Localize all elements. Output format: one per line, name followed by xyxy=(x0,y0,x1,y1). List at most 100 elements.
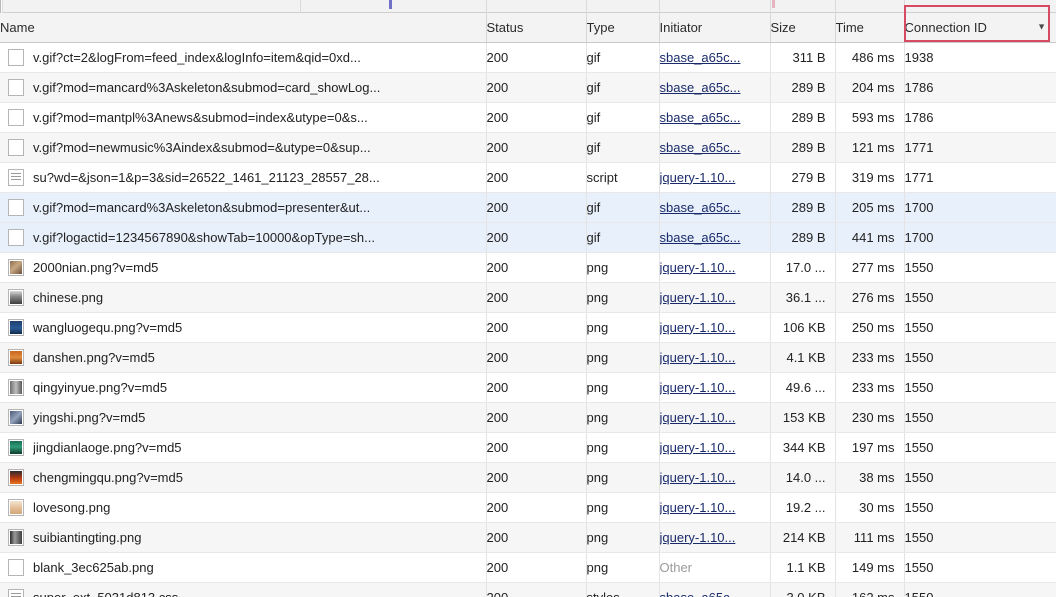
cell-type[interactable]: gif xyxy=(586,42,660,73)
cell-name[interactable]: chengmingqu.png?v=md5 xyxy=(0,462,487,493)
cell-size[interactable]: 311 B xyxy=(770,42,836,73)
cell-initiator[interactable]: jquery-1.10... xyxy=(659,342,771,373)
initiator-link[interactable]: jquery-1.10... xyxy=(660,260,736,275)
cell-time[interactable]: 277 ms xyxy=(835,252,905,283)
cell-connection-id[interactable]: 1550 xyxy=(904,522,1056,553)
cell-size[interactable]: 344 KB xyxy=(770,432,836,463)
cell-time[interactable]: 233 ms xyxy=(835,372,905,403)
cell-size[interactable]: 289 B xyxy=(770,102,836,133)
cell-size[interactable]: 279 B xyxy=(770,162,836,193)
initiator-link[interactable]: sbase_a65c... xyxy=(660,230,741,245)
cell-name[interactable]: jingdianlaoge.png?v=md5 xyxy=(0,432,487,463)
cell-name[interactable]: 2000nian.png?v=md5 xyxy=(0,252,487,283)
cell-connection-id[interactable]: 1550 xyxy=(904,312,1056,343)
cell-time[interactable]: 205 ms xyxy=(835,192,905,223)
cell-initiator[interactable]: jquery-1.10... xyxy=(659,312,771,343)
cell-connection-id[interactable]: 1550 xyxy=(904,492,1056,523)
network-request-table-container[interactable]: Name Status Type Initiator Size Time Con… xyxy=(0,13,1056,597)
cell-type[interactable]: gif xyxy=(586,192,660,223)
cell-size[interactable]: 3.0 KB xyxy=(770,582,836,597)
cell-status[interactable]: 200 xyxy=(486,192,587,223)
initiator-link[interactable]: jquery-1.10... xyxy=(660,290,736,305)
cell-name[interactable]: v.gif?mod=mancard%3Askeleton&submod=card… xyxy=(0,72,487,103)
cell-status[interactable]: 200 xyxy=(486,222,587,253)
cell-status[interactable]: 200 xyxy=(486,432,587,463)
cell-type[interactable]: gif xyxy=(586,102,660,133)
cell-type[interactable]: png xyxy=(586,282,660,313)
cell-initiator[interactable]: jquery-1.10... xyxy=(659,372,771,403)
cell-time[interactable]: 121 ms xyxy=(835,132,905,163)
cell-time[interactable]: 162 ms xyxy=(835,582,905,597)
cell-name[interactable]: v.gif?mod=mancard%3Askeleton&submod=pres… xyxy=(0,192,487,223)
cell-connection-id[interactable]: 1550 xyxy=(904,552,1056,583)
cell-time[interactable]: 233 ms xyxy=(835,342,905,373)
table-row[interactable]: lovesong.png 200 png jquery-1.10... 19.2 ...… xyxy=(0,492,1056,523)
table-row[interactable]: blank_3ec625ab.png 200 png Other 1.1 KB 149 m… xyxy=(0,552,1056,583)
cell-type[interactable]: png xyxy=(586,462,660,493)
cell-initiator[interactable]: jquery-1.10... xyxy=(659,522,771,553)
cell-connection-id[interactable]: 1938 xyxy=(904,42,1056,73)
initiator-link[interactable]: sbase_a65c... xyxy=(660,140,741,155)
cell-type[interactable]: png xyxy=(586,342,660,373)
cell-type[interactable]: styles... xyxy=(586,582,660,597)
cell-name[interactable]: chinese.png xyxy=(0,282,487,313)
initiator-link[interactable]: sbase_a65c... xyxy=(660,110,741,125)
cell-initiator[interactable]: sbase_a65c... xyxy=(659,192,771,223)
cell-connection-id[interactable]: 1550 xyxy=(904,372,1056,403)
cell-connection-id[interactable]: 1550 xyxy=(904,462,1056,493)
cell-size[interactable]: 153 KB xyxy=(770,402,836,433)
cell-status[interactable]: 200 xyxy=(486,372,587,403)
initiator-link[interactable]: jquery-1.10... xyxy=(660,380,736,395)
column-header-initiator[interactable]: Initiator xyxy=(659,13,771,43)
sort-descending-arrow-icon[interactable]: ▼ xyxy=(1037,22,1046,32)
cell-time[interactable]: 204 ms xyxy=(835,72,905,103)
table-row[interactable]: su?wd=&json=1&p=3&sid=26522_1461_21123_2… xyxy=(0,162,1056,193)
initiator-link[interactable]: jquery-1.10... xyxy=(660,170,736,185)
cell-size[interactable]: 289 B xyxy=(770,132,836,163)
cell-size[interactable]: 214 KB xyxy=(770,522,836,553)
cell-status[interactable]: 200 xyxy=(486,582,587,597)
cell-initiator[interactable]: sbase_a65c... xyxy=(659,72,771,103)
cell-connection-id[interactable]: 1700 xyxy=(904,192,1056,223)
cell-name[interactable]: v.gif?mod=newmusic%3Aindex&submod=&utype… xyxy=(0,132,487,163)
cell-time[interactable]: 441 ms xyxy=(835,222,905,253)
initiator-link[interactable]: jquery-1.10... xyxy=(660,440,736,455)
cell-status[interactable]: 200 xyxy=(486,342,587,373)
table-row[interactable]: v.gif?mod=newmusic%3Aindex&submod=&utype… xyxy=(0,132,1056,163)
cell-connection-id[interactable]: 1786 xyxy=(904,72,1056,103)
cell-type[interactable]: gif xyxy=(586,132,660,163)
initiator-link[interactable]: sbase_a65c... xyxy=(660,200,741,215)
cell-time[interactable]: 149 ms xyxy=(835,552,905,583)
cell-type[interactable]: png xyxy=(586,252,660,283)
cell-status[interactable]: 200 xyxy=(486,462,587,493)
table-row[interactable]: super_ext_5031d813.css 200 styles... sbase_… xyxy=(0,582,1056,597)
cell-initiator[interactable]: jquery-1.10... xyxy=(659,162,771,193)
cell-name[interactable]: yingshi.png?v=md5 xyxy=(0,402,487,433)
cell-initiator[interactable]: sbase_a65c... xyxy=(659,582,771,597)
cell-name[interactable]: v.gif?logactid=1234567890&showTab=10000&… xyxy=(0,222,487,253)
table-row[interactable]: 2000nian.png?v=md5 200 png jquery-1.10... 17… xyxy=(0,252,1056,283)
table-row[interactable]: v.gif?mod=mancard%3Askeleton&submod=pres… xyxy=(0,192,1056,223)
table-row[interactable]: v.gif?mod=mantpl%3Anews&submod=index&uty… xyxy=(0,102,1056,133)
cell-status[interactable]: 200 xyxy=(486,522,587,553)
timeline-overview-strip[interactable] xyxy=(0,0,1056,13)
cell-time[interactable]: 593 ms xyxy=(835,102,905,133)
table-row[interactable]: qingyinyue.png?v=md5 200 png jquery-1.10...… xyxy=(0,372,1056,403)
cell-time[interactable]: 197 ms xyxy=(835,432,905,463)
cell-connection-id[interactable]: 1550 xyxy=(904,432,1056,463)
cell-time[interactable]: 250 ms xyxy=(835,312,905,343)
cell-initiator[interactable]: jquery-1.10... xyxy=(659,492,771,523)
column-header-size[interactable]: Size xyxy=(770,13,836,43)
column-header-name[interactable]: Name xyxy=(0,13,487,43)
cell-type[interactable]: png xyxy=(586,522,660,553)
cell-initiator[interactable]: sbase_a65c... xyxy=(659,132,771,163)
cell-time[interactable]: 30 ms xyxy=(835,492,905,523)
cell-initiator[interactable]: jquery-1.10... xyxy=(659,282,771,313)
cell-initiator[interactable]: jquery-1.10... xyxy=(659,252,771,283)
cell-type[interactable]: png xyxy=(586,312,660,343)
cell-type[interactable]: png xyxy=(586,372,660,403)
cell-type[interactable]: png xyxy=(586,432,660,463)
cell-connection-id[interactable]: 1550 xyxy=(904,342,1056,373)
cell-size[interactable]: 49.6 ... xyxy=(770,372,836,403)
cell-type[interactable]: script xyxy=(586,162,660,193)
